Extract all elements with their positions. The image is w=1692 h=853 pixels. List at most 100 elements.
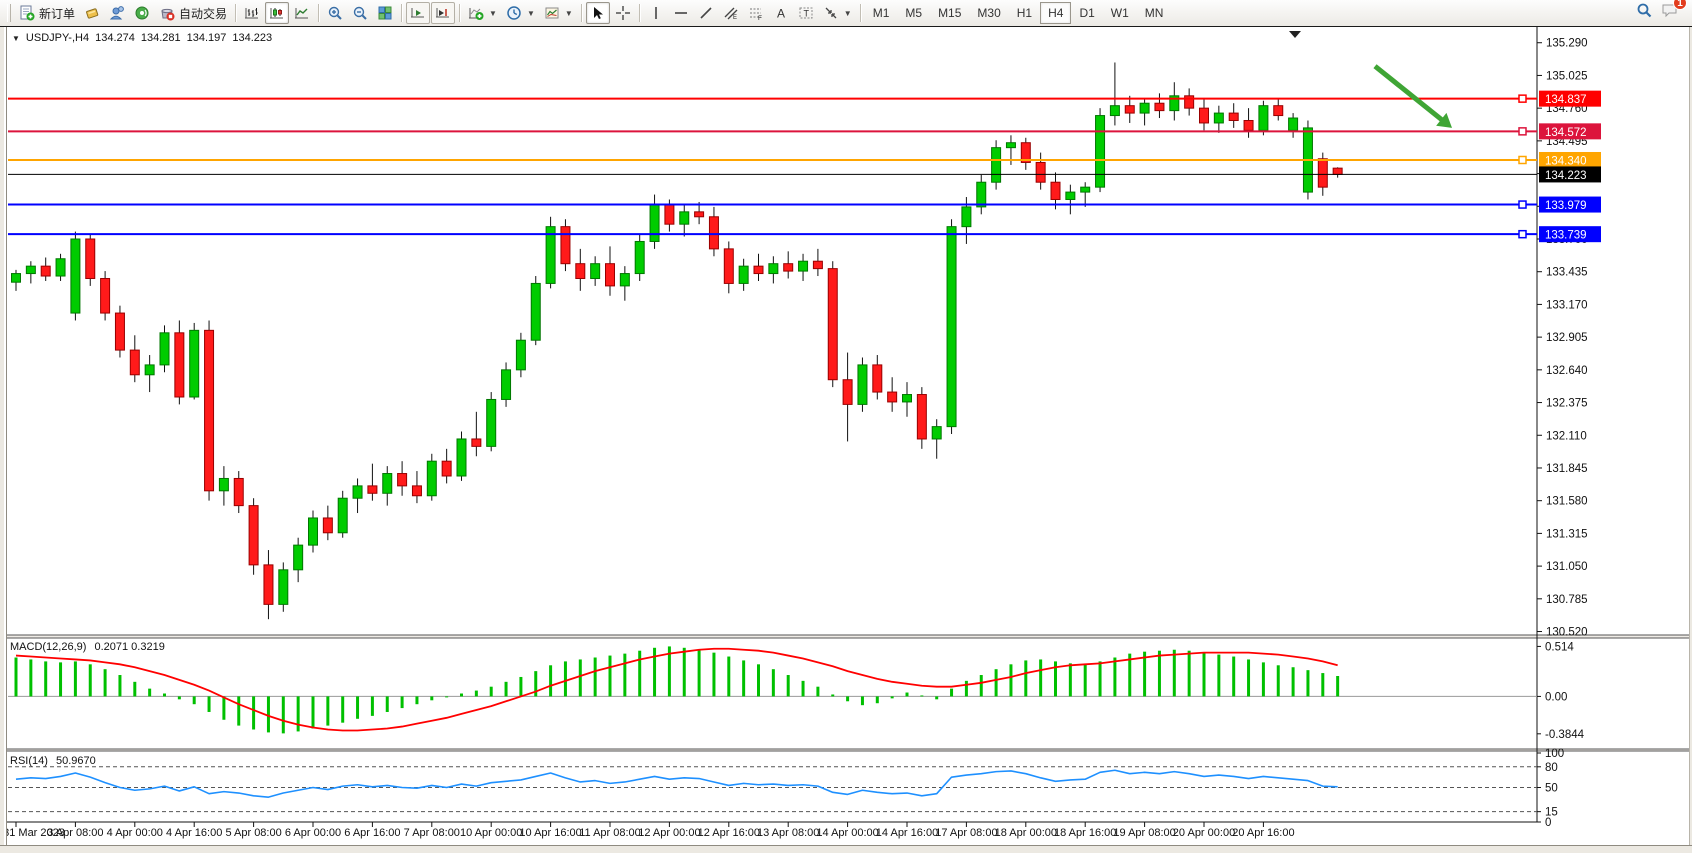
price-tick-label: 133.170: [1546, 299, 1588, 311]
zoom-in-icon: [327, 5, 343, 21]
date-label: 11 Apr 08:00: [579, 827, 641, 839]
rsi-label: RSI(14) 50.9670: [10, 755, 96, 767]
autotrading-label: 自动交易: [179, 5, 227, 22]
svg-text:F: F: [758, 15, 762, 21]
zoom-in-button[interactable]: [323, 2, 347, 24]
candle: [487, 392, 496, 451]
rsi-tick-label: 0: [1545, 817, 1551, 829]
templates-caret: ▼: [565, 9, 573, 18]
candles-chart-button[interactable]: [265, 2, 289, 24]
date-label: 12 Apr 16:00: [698, 827, 760, 839]
arrows-tool-button[interactable]: ▼: [819, 2, 856, 24]
text-label-tool-button[interactable]: T: [794, 2, 818, 24]
macd-tick-label: 0.00: [1545, 691, 1567, 703]
macd-tick-label: -0.3844: [1545, 729, 1585, 741]
periods-icon: [506, 5, 522, 21]
fibonacci-tool-button[interactable]: F: [744, 2, 768, 24]
svg-text:T: T: [803, 9, 809, 19]
candle: [546, 217, 555, 289]
arrows-icon: [823, 5, 839, 21]
period-button-H1[interactable]: H1: [1009, 2, 1040, 24]
date-label: 10 Apr 16:00: [519, 827, 581, 839]
search-icon[interactable]: [1636, 2, 1653, 24]
trendline-tool-button[interactable]: [694, 2, 718, 24]
arrows-caret: ▼: [844, 9, 852, 18]
period-button-W1[interactable]: W1: [1103, 2, 1137, 24]
period-button-M5[interactable]: M5: [897, 2, 930, 24]
period-button-H4[interactable]: H4: [1040, 2, 1071, 24]
toolbar-separator: [459, 4, 460, 22]
toolbar-separator: [860, 4, 861, 22]
tile-windows-icon: [377, 5, 393, 21]
horizontal-line-tool-button[interactable]: [669, 2, 693, 24]
tile-windows-button[interactable]: [373, 2, 397, 24]
candle: [1096, 108, 1105, 192]
candle: [828, 261, 837, 387]
chevron-down-icon[interactable]: ▼: [12, 34, 20, 43]
zoom-out-icon: [352, 5, 368, 21]
price-chart[interactable]: 135.290135.025134.760134.495134.230133.9…: [0, 27, 1692, 853]
macd-values: 0.2071 0.3219: [94, 641, 164, 653]
bars-chart-button[interactable]: [240, 2, 264, 24]
indicators-button[interactable]: ▼: [464, 2, 501, 24]
channel-icon: E: [723, 5, 739, 21]
text-label-icon: T: [798, 5, 814, 21]
date-label: 4 Apr 00:00: [107, 827, 163, 839]
text-tool-button[interactable]: A: [769, 2, 793, 24]
chart-shift-icon: [435, 5, 451, 21]
auto-scroll-button[interactable]: [406, 2, 430, 24]
window-left-border: [0, 27, 7, 845]
toolbar-separator: [581, 4, 582, 22]
price-badge-label: 133.739: [1545, 230, 1587, 242]
date-label: 14 Apr 16:00: [876, 827, 938, 839]
fibonacci-icon: F: [748, 5, 764, 21]
cursor-tool-button[interactable]: [586, 2, 610, 24]
date-label: 4 Apr 16:00: [166, 827, 222, 839]
text-icon: A: [773, 5, 789, 21]
periods-button[interactable]: ▼: [502, 2, 539, 24]
period-button-M15[interactable]: M15: [930, 2, 969, 24]
date-label: 14 Apr 00:00: [816, 827, 878, 839]
candle: [992, 140, 1001, 189]
new-order-button[interactable]: 新订单: [15, 2, 79, 24]
channel-tool-button[interactable]: E: [719, 2, 743, 24]
date-label: 17 Apr 08:00: [935, 827, 997, 839]
quotes-button[interactable]: [80, 2, 104, 24]
rsi-tick-label: 50: [1545, 783, 1558, 795]
price-tick-label: 131.580: [1546, 496, 1588, 508]
price-tick-label: 133.435: [1546, 267, 1588, 279]
date-label: 13 Apr 08:00: [757, 827, 819, 839]
candle: [858, 357, 867, 411]
signals-button[interactable]: [130, 2, 154, 24]
candle: [71, 232, 80, 321]
period-button-D1[interactable]: D1: [1071, 2, 1102, 24]
zoom-out-button[interactable]: [348, 2, 372, 24]
period-button-M1[interactable]: M1: [865, 2, 898, 24]
crosshair-tool-button[interactable]: [611, 2, 635, 24]
period-button-M30[interactable]: M30: [969, 2, 1008, 24]
toolbar-separator: [318, 4, 319, 22]
price-tick-label: 131.315: [1546, 528, 1588, 540]
vertical-line-tool-button[interactable]: [644, 2, 668, 24]
date-label: 6 Apr 00:00: [285, 827, 341, 839]
svg-text:E: E: [733, 15, 737, 21]
candle: [86, 234, 95, 286]
quotes-icon: [84, 5, 100, 21]
macd-tick-label: 0.514: [1545, 641, 1574, 653]
period-button-MN[interactable]: MN: [1137, 2, 1172, 24]
price-tick-label: 132.375: [1546, 398, 1588, 410]
chart-shift-button[interactable]: [431, 2, 455, 24]
line-chart-button[interactable]: [290, 2, 314, 24]
toolbar-separator: [235, 4, 236, 22]
signals-icon: [134, 5, 150, 21]
chat-button[interactable]: 1: [1661, 2, 1680, 24]
date-label: 10 Apr 00:00: [460, 827, 522, 839]
templates-icon: [544, 5, 560, 21]
candle: [1259, 101, 1268, 136]
autotrading-icon: [159, 5, 175, 21]
price-tick-label: 131.050: [1546, 561, 1588, 573]
templates-button[interactable]: ▼: [540, 2, 577, 24]
autotrading-button[interactable]: 自动交易: [155, 2, 231, 24]
date-label: 20 Apr 00:00: [1173, 827, 1235, 839]
profile-button[interactable]: [105, 2, 129, 24]
